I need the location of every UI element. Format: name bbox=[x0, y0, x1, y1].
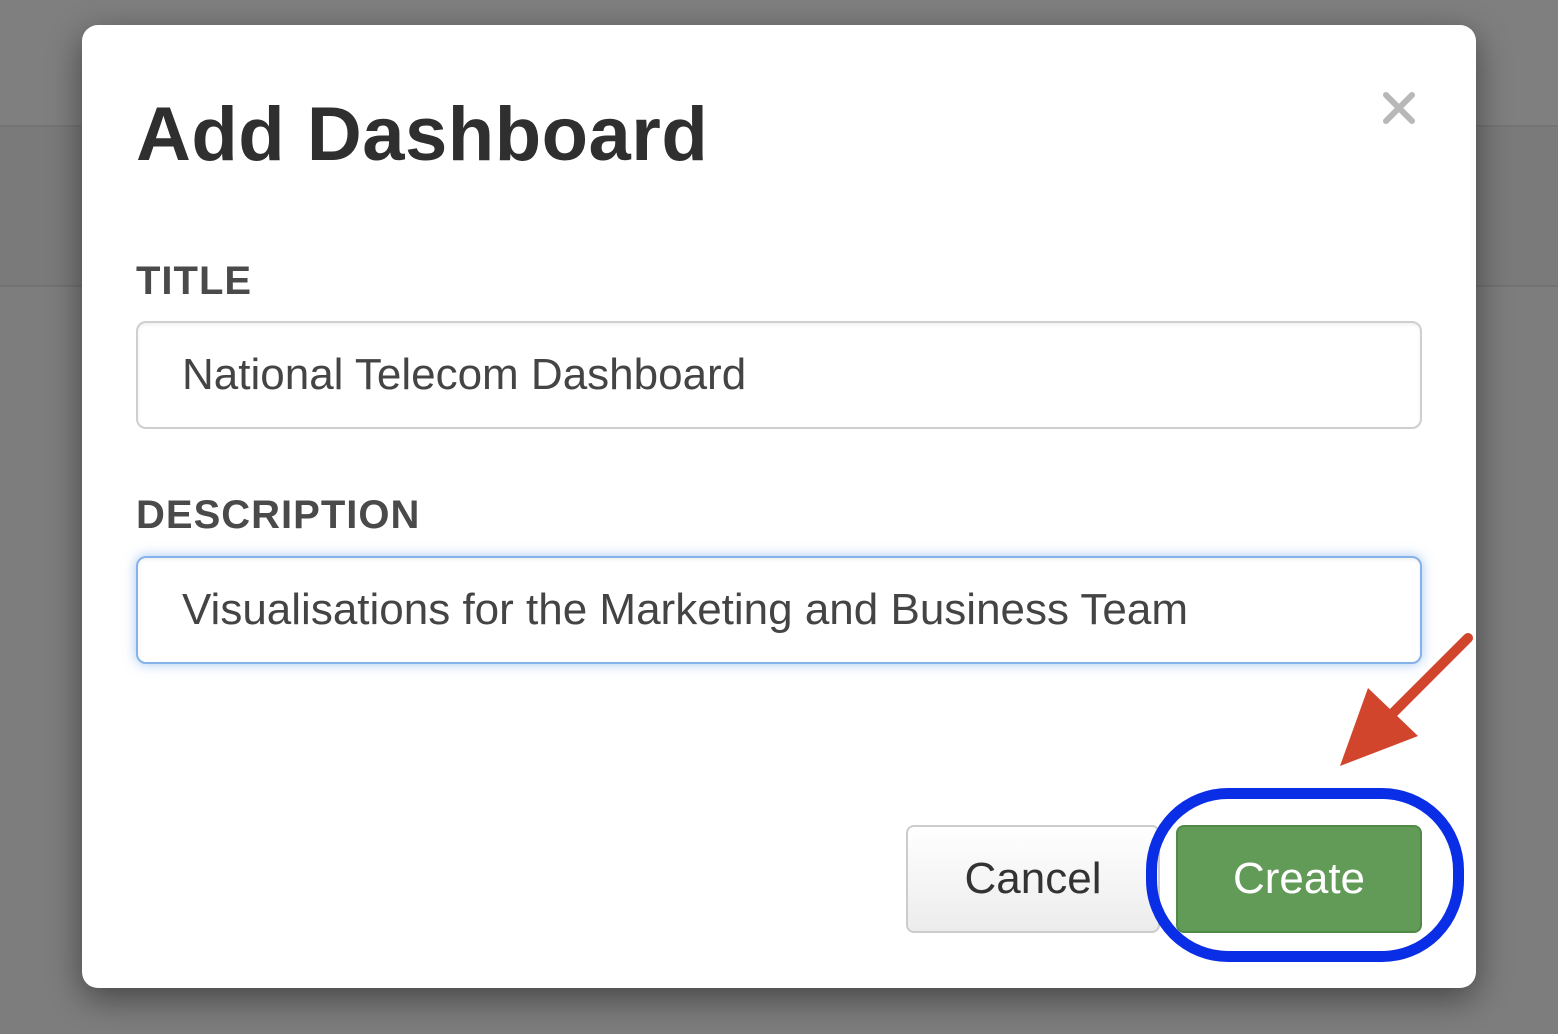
close-button[interactable] bbox=[1376, 85, 1422, 131]
description-input[interactable] bbox=[136, 556, 1422, 664]
cancel-button[interactable]: Cancel bbox=[906, 825, 1160, 933]
add-dashboard-modal: Add Dashboard TITLE DESCRIPTION Cancel C… bbox=[82, 25, 1476, 988]
title-input[interactable] bbox=[136, 321, 1422, 429]
close-icon bbox=[1383, 92, 1415, 124]
title-label: TITLE bbox=[136, 259, 253, 303]
create-button[interactable]: Create bbox=[1176, 825, 1422, 933]
description-label: DESCRIPTION bbox=[136, 493, 421, 537]
modal-title: Add Dashboard bbox=[136, 92, 709, 177]
